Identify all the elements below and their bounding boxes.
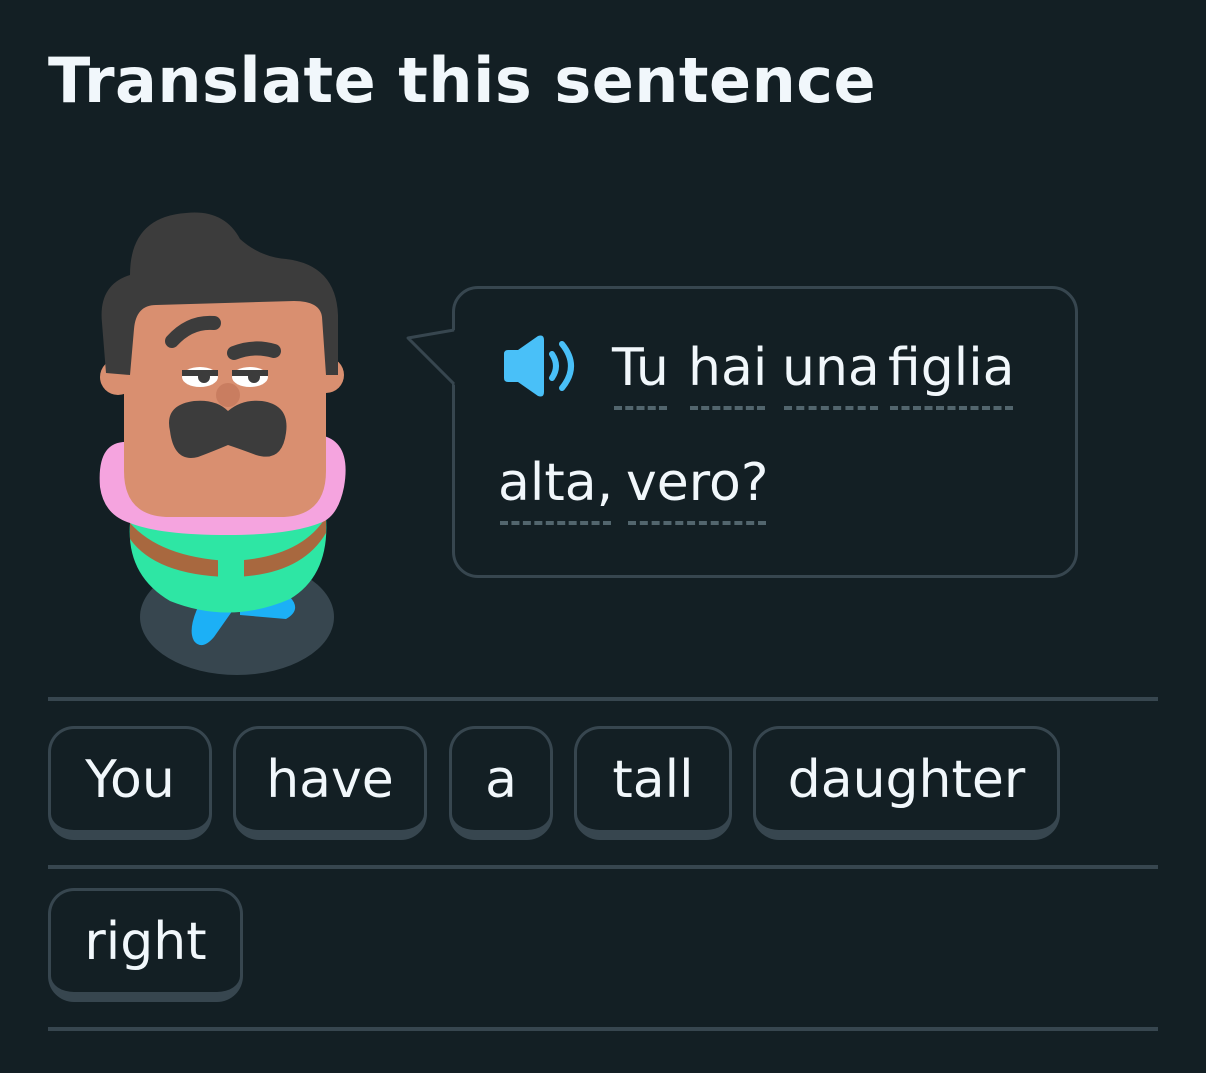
word-tile[interactable]: right <box>48 888 243 1002</box>
speaker-icon[interactable] <box>500 334 580 398</box>
prompt-word[interactable]: Tu <box>612 338 669 410</box>
prompt-word[interactable]: vero? <box>626 453 768 525</box>
speech-bubble-tail <box>406 328 456 386</box>
prompt-word[interactable]: una <box>782 338 880 410</box>
page-title: Translate this sentence <box>48 44 877 117</box>
word-tile[interactable]: tall <box>574 726 732 840</box>
word-tile[interactable]: a <box>449 726 553 840</box>
prompt-word[interactable]: figlia <box>888 338 1015 410</box>
word-tile[interactable]: have <box>233 726 427 840</box>
prompt-word[interactable]: hai <box>688 338 767 410</box>
prompt-word[interactable]: alta, <box>498 453 613 525</box>
answer-line <box>48 1027 1158 1031</box>
speech-bubble <box>452 286 1078 578</box>
answer-line <box>48 697 1158 701</box>
answer-line <box>48 865 1158 869</box>
character-illustration <box>99 212 346 675</box>
word-tile[interactable]: daughter <box>753 726 1060 840</box>
word-tile[interactable]: You <box>48 726 212 840</box>
